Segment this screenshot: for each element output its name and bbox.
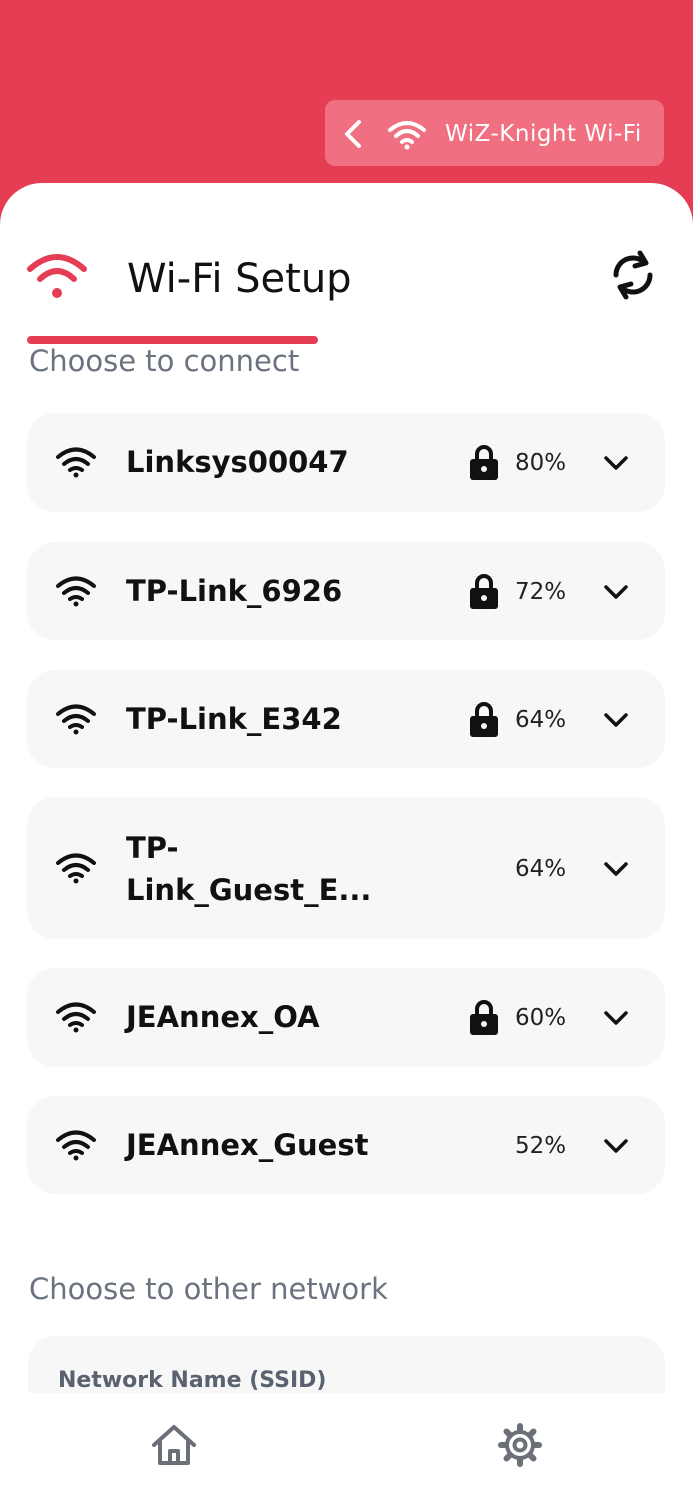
ssid-input-card[interactable]: Network Name (SSID) xyxy=(28,1336,665,1393)
chevron-down-icon[interactable] xyxy=(602,581,630,603)
home-icon[interactable] xyxy=(150,1423,198,1467)
signal-strength: 64% xyxy=(515,856,567,882)
chevron-down-icon[interactable] xyxy=(602,709,630,731)
wifi-icon xyxy=(56,704,96,735)
wifi-icon xyxy=(56,853,96,884)
signal-strength: 52% xyxy=(515,1133,567,1159)
network-card[interactable]: JEAnnex_OA 60% xyxy=(27,968,665,1067)
connect-label: Choose to connect xyxy=(29,344,300,378)
network-name: JEAnnex_Guest xyxy=(126,1128,369,1162)
chevron-down-icon[interactable] xyxy=(602,1007,630,1029)
network-name: JEAnnex_OA xyxy=(126,1000,320,1034)
network-card[interactable]: TP-Link_6926 72% xyxy=(27,542,665,640)
signal-strength: 64% xyxy=(515,707,567,733)
bottom-nav xyxy=(0,1393,693,1500)
lock-icon xyxy=(470,445,498,480)
device-pill[interactable]: WiZ-Knight Wi-Fi xyxy=(325,100,664,166)
wifi-icon xyxy=(56,1130,96,1161)
signal-strength: 60% xyxy=(515,1005,567,1031)
lock-icon xyxy=(470,1000,498,1035)
signal-strength: 80% xyxy=(515,450,567,476)
network-card[interactable]: JEAnnex_Guest 52% xyxy=(27,1096,665,1194)
lock-icon xyxy=(470,702,498,737)
network-card[interactable]: Linksys00047 80% xyxy=(27,413,665,512)
wifi-icon xyxy=(56,1002,96,1033)
ssid-field-label: Network Name (SSID) xyxy=(58,1368,327,1393)
other-network-label: Choose to other network xyxy=(29,1272,388,1306)
signal-strength: 72% xyxy=(515,579,567,605)
chevron-down-icon[interactable] xyxy=(602,452,630,474)
network-name: TP- Link_Guest_E... xyxy=(126,831,372,907)
wifi-icon xyxy=(56,447,96,478)
wifi-icon xyxy=(56,576,96,607)
app-header: WiZ-Knight Wi-Fi xyxy=(0,0,693,200)
network-card[interactable]: TP- Link_Guest_E... 64% xyxy=(27,797,665,939)
chevron-down-icon[interactable] xyxy=(602,858,630,880)
network-card[interactable]: TP-Link_E342 64% xyxy=(27,670,665,768)
network-name: TP-Link_6926 xyxy=(126,574,343,608)
chevron-down-icon[interactable] xyxy=(602,1135,630,1157)
wifi-icon xyxy=(388,121,426,150)
network-name: Linksys00047 xyxy=(126,445,349,479)
lock-icon xyxy=(470,574,498,609)
gear-icon[interactable] xyxy=(498,1423,542,1467)
page-title: Wi-Fi Setup xyxy=(127,256,352,302)
network-name: TP-Link_E342 xyxy=(126,702,342,736)
refresh-icon[interactable] xyxy=(608,247,658,303)
device-name: WiZ-Knight Wi-Fi xyxy=(445,121,642,147)
wifi-setup-sheet: Wi-Fi Setup Choose to connect Linksys000… xyxy=(0,183,693,1393)
chevron-left-icon[interactable] xyxy=(339,118,367,150)
wifi-icon xyxy=(27,254,87,298)
